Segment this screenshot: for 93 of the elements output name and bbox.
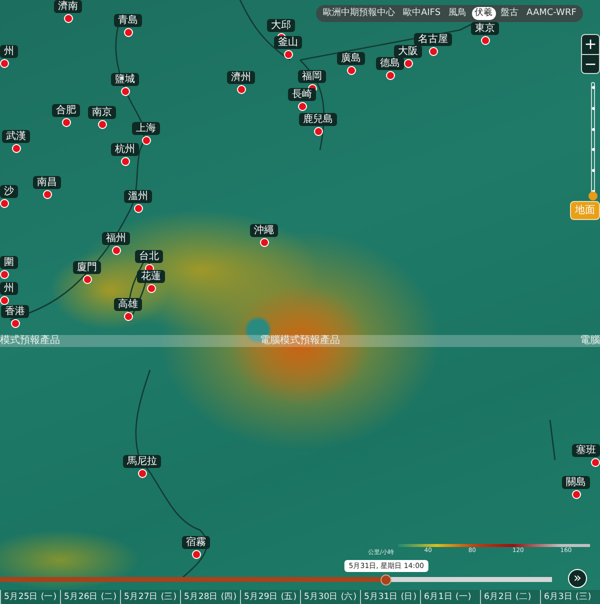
city-label: 高雄 <box>114 298 142 311</box>
timeline-day[interactable]: 5月30日 (六) <box>300 590 360 604</box>
city-label: 大邱 <box>267 19 295 32</box>
city-label: 南昌 <box>33 176 61 189</box>
timeline-thumb[interactable] <box>380 574 392 585</box>
city-marker-icon <box>404 59 412 68</box>
watermark-banner-text: 電腦 <box>580 335 600 347</box>
city-label: 鹽城 <box>111 73 139 86</box>
city-marker-icon <box>146 284 156 293</box>
city-label: 花蓮 <box>137 270 165 283</box>
city-label: 長崎 <box>288 88 316 101</box>
model-tab[interactable]: 風鳥 <box>446 7 470 20</box>
city-label: 大阪 <box>394 45 422 58</box>
city-label: 溫州 <box>124 190 152 203</box>
city-label: 關島 <box>562 476 590 489</box>
city-label: 德島 <box>376 57 404 70</box>
city-marker-icon <box>314 127 322 136</box>
timeline-day[interactable]: 6月2日 (二) <box>480 590 540 604</box>
city-label: 州 <box>0 282 18 295</box>
city-label: 廣島 <box>337 52 365 65</box>
model-tab[interactable]: AAMC-WRF <box>524 7 580 20</box>
city-marker-icon <box>98 120 106 129</box>
city-label: 沖繩 <box>250 224 278 237</box>
city-marker-icon <box>138 469 146 478</box>
city-marker-icon <box>236 85 246 94</box>
city-label: 香港 <box>1 305 29 318</box>
city-label: 福州 <box>102 232 130 245</box>
model-tab[interactable]: 歐洲中期預報中心 <box>320 7 398 20</box>
watermark-banner-text: 電腦模式預報產品 <box>260 335 340 347</box>
city-label: 上海 <box>132 122 160 135</box>
timeline-day[interactable]: 5月27日 (三) <box>120 590 180 604</box>
city-marker-icon <box>192 550 200 559</box>
city-marker-icon <box>0 59 9 68</box>
city-marker-icon <box>480 36 490 45</box>
city-marker-icon <box>346 66 356 75</box>
city-marker-icon <box>42 190 52 199</box>
city-label: 塞班 <box>572 444 600 457</box>
zoom-in-button[interactable]: + <box>582 35 599 54</box>
model-tab[interactable]: 歐中AIFS <box>400 7 444 20</box>
city-marker-icon <box>572 490 580 499</box>
city-marker-icon <box>0 199 9 208</box>
timeline-day[interactable]: 5月28日 (四) <box>180 590 240 604</box>
city-marker-icon <box>142 136 150 145</box>
city-marker-icon <box>82 275 92 284</box>
city-marker-icon <box>0 270 9 279</box>
city-marker-icon <box>10 319 20 328</box>
timeline-day[interactable]: 5月25日 (一) <box>0 590 60 604</box>
timeline-day[interactable]: 6月1日 (一) <box>420 590 480 604</box>
timeline-day[interactable]: 5月26日 (二) <box>60 590 120 604</box>
city-label: 福岡 <box>298 70 326 83</box>
city-label: 濟南 <box>54 0 82 13</box>
zoom-out-button[interactable]: − <box>582 54 599 73</box>
timeline-day[interactable]: 6月3日 (三) <box>540 590 600 604</box>
city-marker-icon <box>0 296 9 305</box>
city-label: 南京 <box>88 106 116 119</box>
city-label: 馬尼拉 <box>123 455 161 468</box>
fast-forward-button[interactable]: » <box>568 569 587 588</box>
timeline-day[interactable]: 5月31日 (日) <box>360 590 420 604</box>
city-marker-icon <box>124 28 132 37</box>
city-label: 州 <box>0 45 18 58</box>
city-marker-icon <box>62 118 70 127</box>
city-label: 釜山 <box>274 36 302 49</box>
watermark-banner-text: 模式預報產品 <box>0 335 60 347</box>
city-label: 合肥 <box>52 104 80 117</box>
city-label: 青島 <box>114 14 142 27</box>
city-marker-icon <box>112 246 120 255</box>
city-marker-icon <box>284 50 292 59</box>
city-marker-icon <box>591 458 600 467</box>
city-label: 宿霧 <box>182 536 210 549</box>
city-label: 廈門 <box>73 261 101 274</box>
city-marker-icon <box>64 14 72 23</box>
city-marker-icon <box>12 144 20 153</box>
city-label: 台北 <box>135 250 163 263</box>
altitude-slider-thumb[interactable] <box>588 192 598 200</box>
city-label: 東京 <box>471 22 499 35</box>
city-label: 沙 <box>0 185 18 198</box>
city-marker-icon <box>298 102 306 111</box>
city-label: 武漢 <box>2 130 30 143</box>
city-label: 鹿兒島 <box>299 113 337 126</box>
city-marker-icon <box>428 47 438 56</box>
city-marker-icon <box>120 157 130 166</box>
city-label: 杭州 <box>111 143 139 156</box>
timeline-day[interactable]: 5月29日 (五) <box>240 590 300 604</box>
model-tab[interactable]: 盤古 <box>498 7 522 20</box>
city-marker-icon <box>260 238 268 247</box>
city-marker-icon <box>134 204 142 213</box>
city-label: 濟州 <box>227 71 255 84</box>
city-label: 名古屋 <box>414 33 452 46</box>
city-marker-icon <box>120 87 130 96</box>
city-marker-icon <box>386 71 394 80</box>
city-marker-icon <box>124 312 132 321</box>
city-label: 圍 <box>0 256 18 269</box>
model-tab[interactable]: 伏羲 <box>472 7 496 20</box>
